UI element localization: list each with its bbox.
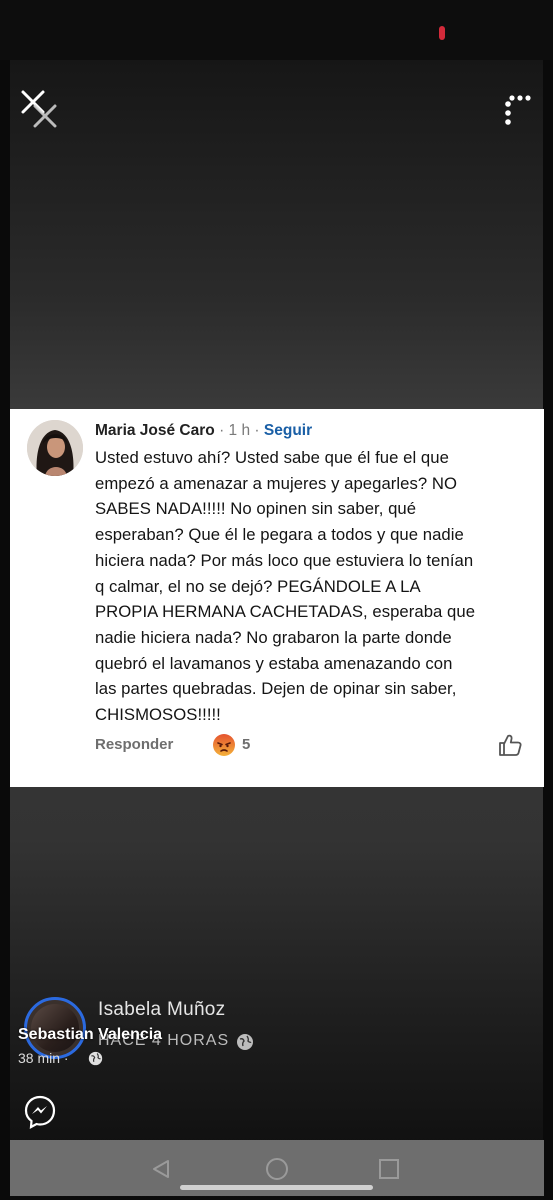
thumbs-up-icon[interactable]	[497, 732, 523, 758]
back-icon[interactable]	[150, 1158, 172, 1180]
sharer-name[interactable]: Sebastian Valencia	[18, 1026, 162, 1044]
recording-indicator	[439, 26, 445, 40]
comment-line: empezó a amenazar a mujeres y apegarles?…	[95, 473, 458, 493]
comment-line: PROPIA HERMANA CACHETADAS, esperaba que	[95, 602, 476, 622]
separator-dot-2: ·	[254, 422, 260, 439]
messenger-icon[interactable]	[24, 1095, 56, 1129]
separator-dot-3: ·	[63, 1050, 69, 1066]
comment-line: esperaban? Que él le pegara a todos y qu…	[95, 525, 464, 545]
comment-line: las partes quebradas. Dejen de opinar si…	[95, 679, 457, 699]
comment-line: Usted estuvo ahí? Usted sabe que él fue …	[95, 448, 449, 467]
comment-card: Maria José Caro · 1 h · Seguir Usted est…	[10, 409, 544, 787]
comment-line: hiciera nada? Por más loco que estuviera…	[95, 550, 474, 570]
poster-name[interactable]: Isabela Muñoz	[98, 999, 225, 1021]
commenter-name[interactable]: Maria José Caro	[95, 422, 215, 439]
status-bar	[0, 0, 553, 60]
left-edge	[0, 0, 10, 1200]
close-icon[interactable]	[20, 88, 62, 132]
more-options-icon[interactable]	[500, 94, 536, 130]
globe-icon	[88, 1051, 103, 1066]
globe-icon	[237, 1034, 253, 1050]
reply-button[interactable]: Responder	[95, 736, 173, 753]
comment-header: Maria José Caro · 1 h · Seguir	[95, 422, 312, 440]
comment-text: Usted estuvo ahí? Usted sabe que él fue …	[95, 445, 535, 728]
sharer-time-row: 38 min ·	[18, 1050, 69, 1066]
comment-line: quebró el lavamanos y estaba amenazando …	[95, 653, 453, 673]
comment-line: nadie hiciera nada? No grabaron la parte…	[95, 627, 452, 647]
sharer-time: 38 min	[18, 1050, 61, 1066]
comment-line: q calmar, el no se dejó? PEGÁNDOLE A LA	[95, 576, 421, 596]
reaction-count: 5	[242, 736, 251, 753]
angry-face-icon[interactable]	[212, 733, 236, 757]
comment-line: CHISMOSOS!!!!!	[95, 705, 221, 725]
right-edge	[543, 0, 553, 1200]
avatar-photo-icon	[27, 420, 83, 476]
commenter-avatar[interactable]	[27, 420, 83, 476]
separator-dot: ·	[219, 422, 225, 439]
follow-button[interactable]: Seguir	[264, 422, 312, 439]
recent-apps-icon[interactable]	[378, 1158, 400, 1180]
comment-time: 1 h	[228, 422, 251, 439]
home-icon[interactable]	[265, 1157, 289, 1181]
comment-line: SABES NADA!!!!! No opinen sin saber, qué	[95, 499, 417, 519]
home-indicator[interactable]	[180, 1185, 373, 1190]
